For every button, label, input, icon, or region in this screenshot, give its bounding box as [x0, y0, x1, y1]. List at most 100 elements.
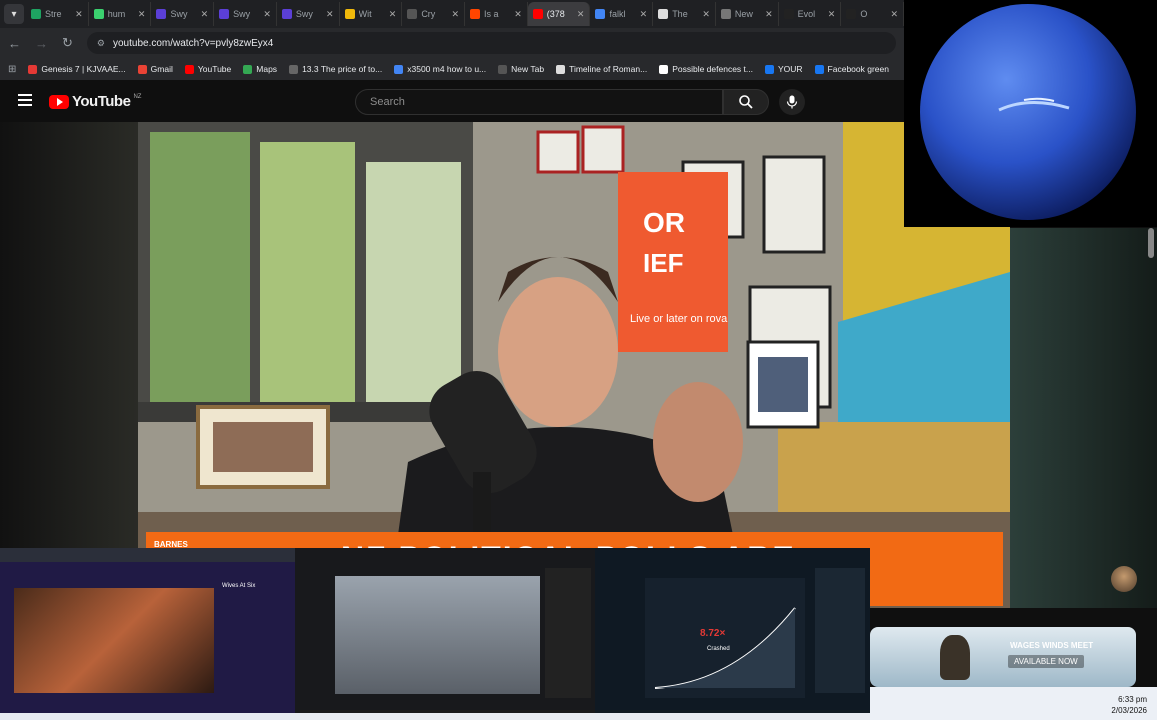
tab-label: hum: [107, 9, 126, 19]
tab-close-icon[interactable]: ✕: [75, 9, 83, 20]
tab-favicon-icon: [344, 9, 355, 19]
stream-window-chat: [545, 568, 591, 698]
browser-tab[interactable]: The ✕: [653, 2, 716, 26]
bookmark-favicon-icon: [556, 64, 566, 74]
bookmark-item[interactable]: Possible defences t...: [659, 64, 753, 74]
site-info-icon[interactable]: ⚙: [97, 38, 105, 49]
browser-tab[interactable]: hum ✕: [89, 2, 152, 26]
tab-favicon-icon: [595, 9, 606, 19]
youtube-logo[interactable]: YouTube NZ: [49, 93, 141, 110]
tab-close-icon[interactable]: ✕: [451, 9, 459, 20]
url-text[interactable]: youtube.com/watch?v=pvly8zwEyx4: [113, 38, 273, 49]
browser-tab[interactable]: Is a ✕: [465, 2, 528, 26]
bookmark-favicon-icon: [137, 64, 147, 74]
tab-close-icon[interactable]: ✕: [263, 9, 271, 20]
tab-close-icon[interactable]: ✕: [640, 9, 648, 20]
tab-label: (378: [546, 9, 565, 19]
browser-tab[interactable]: Evol ✕: [779, 2, 842, 26]
reload-icon[interactable]: ↻: [62, 35, 73, 51]
tab-close-icon[interactable]: ✕: [201, 9, 209, 20]
bookmark-label: Gmail: [150, 64, 173, 74]
forward-icon[interactable]: →: [35, 36, 48, 51]
page-scrollbar-thumb[interactable]: [1148, 228, 1154, 258]
bookmark-favicon-icon: [394, 64, 404, 74]
tab-close-icon[interactable]: ✕: [514, 9, 522, 20]
tab-favicon-icon: [720, 9, 731, 19]
microphone-icon: [786, 95, 798, 109]
bookmark-item[interactable]: Genesis 7 | KJVAAE...: [28, 64, 126, 74]
bookmark-item[interactable]: x3500 m4 how to u...: [394, 64, 486, 74]
trading-sidebar: [815, 568, 865, 693]
bookmark-item[interactable]: 13.3 The price of to...: [289, 64, 382, 74]
tab-favicon-icon: [470, 9, 481, 19]
browser-tab[interactable]: Cry ✕: [402, 2, 466, 26]
menu-icon[interactable]: [18, 94, 32, 106]
window-1-video[interactable]: [14, 588, 214, 693]
browser-tab[interactable]: falkl ✕: [590, 2, 654, 26]
bookmark-favicon-icon: [814, 64, 824, 74]
bookmark-item[interactable]: Maps: [243, 64, 277, 74]
bookmark-item[interactable]: New Tab: [498, 64, 544, 74]
search-button[interactable]: [723, 89, 769, 115]
tab-label: Cry: [421, 9, 436, 19]
avatar[interactable]: [1111, 566, 1137, 592]
bookmark-label: Possible defences t...: [672, 64, 753, 74]
tabs-container: Stre ✕ hum ✕ Swy ✕ Swy ✕ Swy ✕ Wit ✕ Cry ✕ Is a ✕ (378 ✕ f…: [26, 2, 904, 26]
back-icon[interactable]: ←: [8, 36, 21, 51]
sign-bottom-text: IEF: [643, 248, 683, 278]
tab-close-icon[interactable]: ✕: [138, 9, 146, 20]
bottom-windows-strip: Wives At Six 8.72× Crashed: [0, 548, 870, 713]
browser-tab[interactable]: Stre ✕: [26, 2, 89, 26]
tab-close-icon[interactable]: ✕: [828, 9, 836, 20]
tab-close-icon[interactable]: ✕: [702, 9, 710, 20]
youtube-header: YouTube NZ Search: [0, 80, 904, 122]
browser-tab[interactable]: Swy ✕: [277, 2, 340, 26]
bookmark-label: Facebook green: [827, 64, 889, 74]
tab-favicon-icon: [281, 9, 292, 19]
trading-window[interactable]: 8.72× Crashed: [595, 548, 870, 713]
bookmark-item[interactable]: Facebook green: [814, 64, 889, 74]
bookmark-label: Maps: [256, 64, 278, 74]
tab-label: Swy: [233, 9, 251, 19]
browser-tab[interactable]: (378 ✕: [527, 2, 591, 26]
apps-grid-icon[interactable]: ⊞: [8, 64, 16, 75]
tab-favicon-icon: [31, 9, 41, 19]
search-input[interactable]: Search: [355, 89, 723, 115]
bookmark-item[interactable]: YOUR: [764, 64, 803, 74]
search-icon: [739, 95, 753, 109]
tab-close-icon[interactable]: ✕: [577, 9, 585, 20]
tab-close-icon[interactable]: ✕: [765, 9, 773, 20]
tab-close-icon[interactable]: ✕: [891, 9, 899, 20]
tab-close-icon[interactable]: ✕: [326, 9, 334, 20]
tab-label: Is a: [484, 9, 499, 19]
bookmark-favicon-icon: [289, 64, 299, 74]
ad-thumbnail[interactable]: WAGES WINDS MEET AVAILABLE NOW: [870, 627, 1136, 687]
stream-window-video[interactable]: [335, 576, 540, 694]
browser-tab[interactable]: Swy ✕: [214, 2, 277, 26]
video-window-1[interactable]: Wives At Six: [0, 548, 295, 713]
bookmark-item[interactable]: Timeline of Roman...: [556, 64, 647, 74]
browser-tab[interactable]: Swy ✕: [151, 2, 215, 26]
browser-tab[interactable]: New ✕: [716, 2, 779, 26]
voice-search-button[interactable]: [779, 89, 805, 115]
bookmark-favicon-icon: [184, 64, 194, 74]
youtube-play-icon: [49, 94, 69, 109]
bookmark-item[interactable]: YouTube: [184, 64, 231, 74]
ad-cta[interactable]: AVAILABLE NOW: [1008, 655, 1084, 668]
tab-favicon-icon: [407, 9, 418, 19]
stream-window[interactable]: [295, 548, 595, 713]
tab-search-button[interactable]: ▾: [4, 4, 24, 24]
bookmark-favicon-icon: [498, 64, 508, 74]
tab-favicon-icon: [846, 9, 857, 19]
crash-chart: 8.72× Crashed: [645, 578, 805, 698]
taskbar-clock[interactable]: 6:33 pm 2/03/2026: [1111, 694, 1147, 716]
browser-tab[interactable]: O ✕: [841, 2, 904, 26]
tab-favicon-icon: [219, 9, 230, 19]
tab-label: Evol: [797, 9, 816, 19]
bookmark-item[interactable]: Gmail: [137, 64, 173, 74]
youtube-wordmark: YouTube: [72, 93, 131, 110]
omnibox[interactable]: ⚙ youtube.com/watch?v=pvly8zwEyx4: [86, 32, 896, 54]
browser-tab[interactable]: Wit ✕: [340, 2, 403, 26]
tab-close-icon[interactable]: ✕: [389, 9, 397, 20]
window-1-titlebar: [0, 548, 295, 562]
